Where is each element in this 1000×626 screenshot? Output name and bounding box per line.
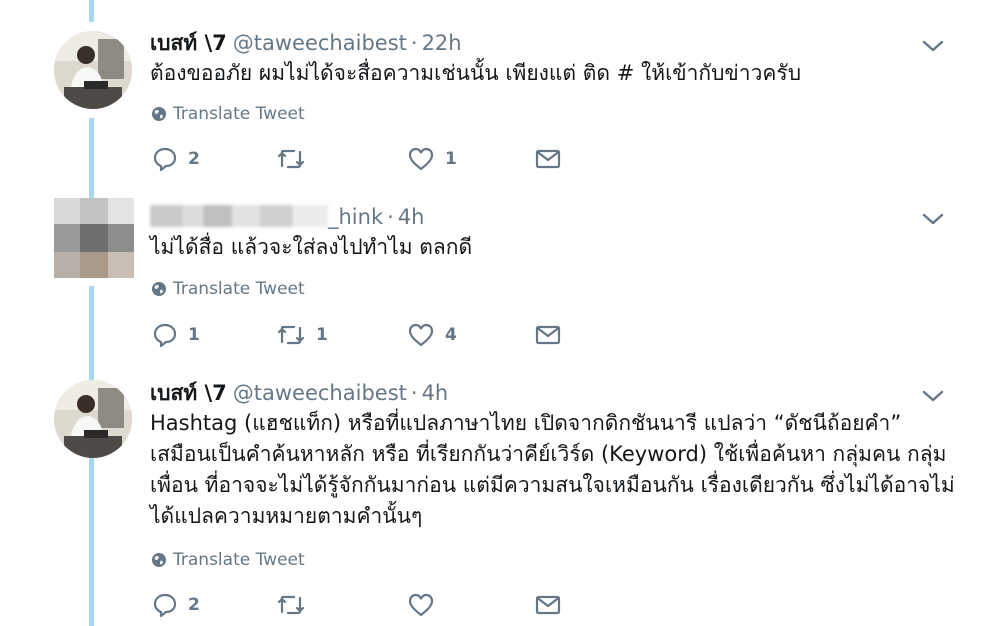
tweet-2[interactable]: _hink · 4h ไม่ได้สื่อ แล้วจะใส่ลงไปทำไม ตล… (0, 190, 1000, 365)
reply-button[interactable]: 2 (152, 590, 200, 620)
reply-button[interactable]: 1 (152, 320, 200, 350)
like-count: 1 (445, 149, 457, 169)
retweet-count: 1 (316, 325, 328, 345)
retweet-icon (277, 149, 305, 169)
reply-count: 1 (188, 325, 200, 345)
translate-label: Translate Tweet (173, 279, 305, 299)
retweet-icon (277, 595, 305, 615)
heart-icon (408, 323, 434, 347)
like-button[interactable]: 4 (407, 320, 457, 350)
envelope-icon (535, 325, 561, 345)
direct-message-button[interactable] (535, 590, 561, 620)
envelope-icon (535, 595, 561, 615)
chevron-down-icon[interactable] (920, 37, 946, 55)
direct-message-button[interactable] (535, 320, 561, 350)
translate-label: Translate Tweet (173, 550, 305, 570)
user-handle[interactable]: @taweechaibest (233, 381, 407, 405)
avatar[interactable] (54, 380, 132, 458)
like-button[interactable] (407, 590, 445, 620)
display-name[interactable]: เบสท์ \7 (150, 381, 227, 405)
tweet-header: เบสท์ \7 @taweechaibest · 22h (150, 30, 462, 56)
tweet-header: _hink · 4h (150, 204, 424, 230)
heart-icon (408, 147, 434, 171)
chevron-down-icon[interactable] (920, 210, 946, 228)
translate-label: Translate Tweet (173, 104, 305, 124)
reply-button[interactable]: 2 (152, 144, 200, 174)
translate-tweet-link[interactable]: Translate Tweet (151, 549, 305, 571)
tweet-text: Hashtag (แฮชแท็ก) หรือที่แปลภาษาไทย เปิด… (150, 411, 955, 528)
timestamp[interactable]: 4h (422, 381, 449, 405)
separator: · (410, 31, 418, 55)
heart-icon (408, 593, 434, 617)
tweet-text: ต้องขออภัย ผมไม่ได้จะสื่อความเช่นนั้น เพ… (150, 61, 802, 85)
direct-message-button[interactable] (535, 144, 561, 174)
timestamp[interactable]: 4h (398, 205, 425, 229)
retweet-button[interactable] (276, 144, 316, 174)
reply-icon (153, 323, 177, 348)
reply-icon (153, 593, 177, 618)
retweet-button[interactable] (276, 590, 316, 620)
reply-count: 2 (188, 595, 200, 615)
reply-icon (153, 147, 177, 172)
tweet-text: ไม่ได้สื่อ แล้วจะใส่ลงไปทำไม ตลกดี (150, 235, 473, 259)
separator: · (410, 381, 418, 405)
user-handle[interactable]: _hink (328, 205, 383, 229)
globe-icon (152, 107, 166, 121)
retweet-icon (277, 325, 305, 345)
avatar[interactable] (54, 198, 134, 278)
translate-tweet-link[interactable]: Translate Tweet (151, 103, 305, 125)
globe-icon (152, 282, 166, 296)
tweet-3[interactable]: เบสท์ \7 @taweechaibest · 4h Hashtag (แฮชแท… (0, 365, 1000, 626)
avatar[interactable] (54, 31, 132, 109)
tweet-1[interactable]: เบสท์ \7 @taweechaibest · 22h ต้องขออภัย ผม… (0, 0, 1000, 190)
like-count: 4 (445, 325, 457, 345)
chevron-down-icon[interactable] (920, 387, 946, 405)
separator: · (387, 205, 394, 229)
user-handle[interactable]: @taweechaibest (233, 31, 407, 55)
like-button[interactable]: 1 (407, 144, 457, 174)
redacted-display-name (150, 205, 328, 227)
timestamp[interactable]: 22h (422, 31, 462, 55)
translate-tweet-link[interactable]: Translate Tweet (151, 278, 305, 300)
display-name[interactable]: เบสท์ \7 (150, 31, 227, 55)
globe-icon (152, 553, 166, 567)
reply-count: 2 (188, 149, 200, 169)
retweet-button[interactable]: 1 (276, 320, 328, 350)
envelope-icon (535, 149, 561, 169)
tweet-header: เบสท์ \7 @taweechaibest · 4h (150, 380, 448, 406)
